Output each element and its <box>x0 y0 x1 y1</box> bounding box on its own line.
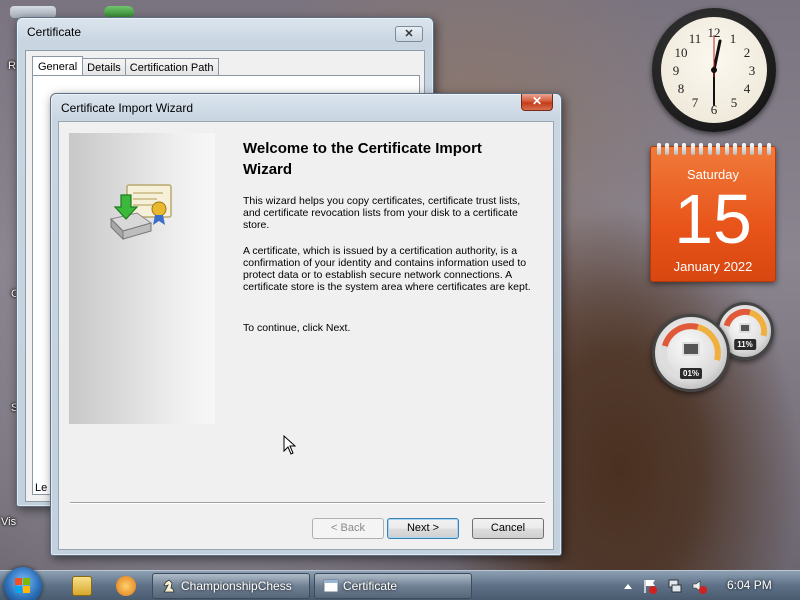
svg-text:4: 4 <box>744 81 751 96</box>
certificate-import-wizard-window[interactable]: Certificate Import Wizard ✕ Welcome to t… <box>50 93 562 556</box>
show-hidden-icons-icon[interactable] <box>620 578 636 594</box>
action-center-flag-icon[interactable] <box>642 578 658 594</box>
explorer-icon[interactable] <box>72 576 92 596</box>
svg-text:2: 2 <box>744 45 751 60</box>
taskbar-item-championshipchess[interactable]: ChampionshipChess <box>152 573 310 599</box>
svg-text:7: 7 <box>692 95 699 110</box>
certificate-close-button[interactable]: ✕ <box>395 26 423 42</box>
wizard-separator <box>70 502 545 504</box>
certificate-window-icon <box>323 579 339 593</box>
wizard-paragraph-3: To continue, click Next. <box>243 322 351 334</box>
volume-muted-icon[interactable] <box>691 578 707 594</box>
wizard-window-title: Certificate Import Wizard <box>61 101 194 115</box>
cancel-button[interactable]: Cancel <box>472 518 544 539</box>
wizard-paragraph-1: This wizard helps you copy certificates,… <box>243 195 521 231</box>
desktop-label-4: Vis <box>1 516 17 528</box>
taskbar-item-label: ChampionshipChess <box>181 579 292 593</box>
wizard-heading: Welcome to the Certificate Import Wizard <box>243 140 482 178</box>
wizard-paragraph-2: A certificate, which is issued by a cert… <box>243 245 531 293</box>
certificate-import-icon <box>110 184 172 241</box>
calendar-gadget[interactable]: Saturday 15 January 2022 <box>650 143 776 282</box>
windows-logo-icon <box>15 578 31 594</box>
chess-knight-icon <box>163 579 175 593</box>
desktop-label-1: R <box>8 60 16 72</box>
svg-text:5: 5 <box>731 95 738 110</box>
svg-text:1: 1 <box>730 31 737 46</box>
svg-text:3: 3 <box>749 63 756 78</box>
memory-chip-icon <box>739 322 751 333</box>
media-icon[interactable] <box>116 576 136 596</box>
wizard-side-panel <box>69 133 215 424</box>
taskbar-item-certificate[interactable]: Certificate <box>314 573 472 599</box>
network-icon[interactable] <box>667 578 683 594</box>
memory-percent: 11% <box>734 338 756 350</box>
certificate-tabs: General Details Certification Path <box>32 55 219 78</box>
certificate-partial-label: Le <box>35 482 48 494</box>
clock-gadget[interactable]: 12 1 2 3 4 5 6 7 8 9 10 11 <box>652 8 776 132</box>
taskbar-item-label: Certificate <box>343 579 398 593</box>
svg-text:11: 11 <box>689 31 702 46</box>
cpu-chip-icon <box>682 341 700 356</box>
calendar-rings <box>657 143 771 155</box>
wizard-close-button[interactable]: ✕ <box>521 94 553 111</box>
cpu-percent: 01% <box>679 367 703 379</box>
mouse-cursor-icon <box>283 435 297 455</box>
svg-text:8: 8 <box>678 81 685 96</box>
certificate-window-title: Certificate <box>27 25 82 39</box>
start-button[interactable] <box>4 567 42 600</box>
cpu-meter[interactable]: 01% <box>649 311 733 395</box>
next-button[interactable]: Next > <box>387 518 459 539</box>
taskbar: ChampionshipChess Certificate 6:04 PM <box>0 567 800 600</box>
taskbar-clock[interactable]: 6:04 PM <box>727 578 772 592</box>
calendar-month-year: January 2022 <box>673 259 753 274</box>
svg-text:9: 9 <box>673 63 680 78</box>
wizard-body: Welcome to the Certificate Import Wizard… <box>58 121 554 550</box>
close-icon: ✕ <box>404 28 414 40</box>
svg-text:10: 10 <box>675 45 688 60</box>
back-button[interactable]: < Back <box>312 518 384 539</box>
clock-hands-icon: 12 1 2 3 4 5 6 7 8 9 10 11 <box>673 25 756 117</box>
calendar-date: 15 <box>674 180 752 258</box>
close-icon: ✕ <box>531 94 543 108</box>
